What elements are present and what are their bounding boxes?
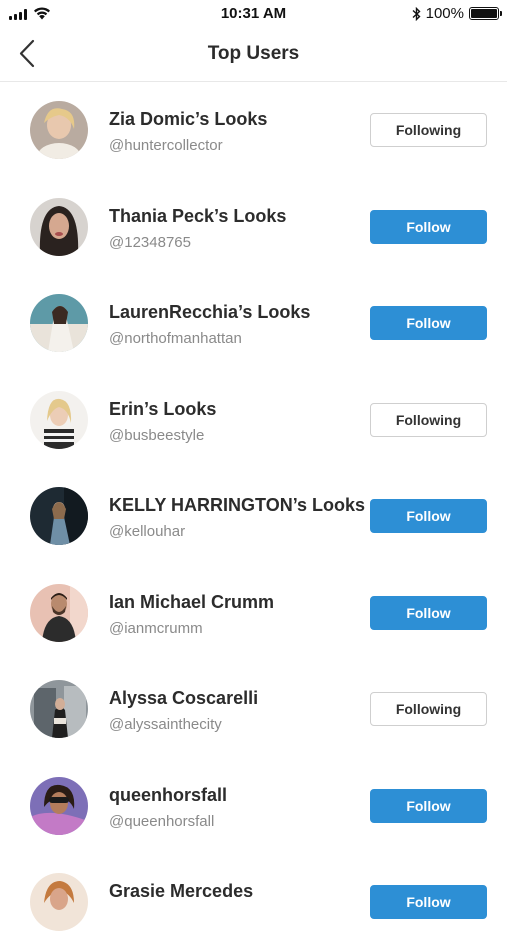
following-button[interactable]: Following [370,692,487,726]
follow-button[interactable]: Follow [370,595,487,630]
list-item[interactable]: LaurenRecchia’s Looks @northofmanhattan … [0,275,507,372]
list-item[interactable]: Alyssa Coscarelli @alyssainthecity Follo… [0,661,507,758]
list-item[interactable]: Zia Domic’s Looks @huntercollector Follo… [0,82,507,179]
user-handle: @busbeestyle [109,426,205,444]
user-name: Alyssa Coscarelli [109,688,259,708]
user-handle: @northofmanhattan [109,330,242,347]
user-handle: @ianmcrumm [109,619,203,637]
avatar[interactable] [30,583,88,642]
bluetooth-icon [412,6,421,21]
avatar[interactable] [30,680,88,738]
follow-button[interactable]: Follow [370,885,487,919]
user-handle: @12348765 [109,233,191,251]
user-name: Thania Peck’s Looks [109,205,287,226]
user-handle: @alyssainthecity [109,716,222,733]
avatar[interactable] [30,487,88,545]
user-name: Zia Domic’s Looks [109,109,268,129]
list-item[interactable]: Erin’s Looks @busbeestyle Following [0,372,507,469]
user-name: Grasie Mercedes [109,881,254,901]
following-button[interactable]: Following [370,113,487,147]
list-item[interactable]: Thania Peck’s Looks @12348765 Follow [0,179,507,276]
user-name: Erin’s Looks [109,398,217,419]
avatar[interactable] [30,101,88,159]
page-title: Top Users [207,43,300,64]
follow-button[interactable]: Follow [370,788,487,823]
nav-bar: Top Users [0,28,507,82]
battery-icon [469,7,502,20]
status-bar: 10:31 AM 100% [0,0,507,28]
user-name: queenhorsfall [109,784,228,805]
avatar[interactable] [30,294,88,352]
following-button[interactable]: Following [370,402,487,437]
user-handle: @huntercollector [109,137,223,154]
user-handle: @queenhorsfall [109,812,215,830]
list-item[interactable]: queenhorsfall @queenhorsfall Follow [0,758,507,855]
user-name: Ian Michael Crumm [109,591,275,612]
user-name: LaurenRecchia’s Looks [109,302,311,322]
list-item[interactable]: Ian Michael Crumm @ianmcrumm Follow [0,565,507,662]
list-item[interactable]: KELLY HARRINGTON’s Looks @kellouhar Foll… [0,468,507,565]
follow-button[interactable]: Follow [370,306,487,340]
battery-percent: 100% [425,5,464,22]
user-handle: @kellouhar [109,523,186,540]
status-right: 100% [412,5,502,22]
avatar[interactable] [30,390,88,449]
user-name: KELLY HARRINGTON’s Looks [109,495,366,515]
follow-button[interactable]: Follow [370,209,487,244]
follow-button[interactable]: Follow [370,499,487,533]
list-item[interactable]: Grasie Mercedes Follow [0,854,507,951]
avatar[interactable] [30,776,88,835]
user-list: Zia Domic’s Looks @huntercollector Follo… [0,82,507,951]
avatar[interactable] [30,873,88,931]
avatar[interactable] [30,197,88,256]
